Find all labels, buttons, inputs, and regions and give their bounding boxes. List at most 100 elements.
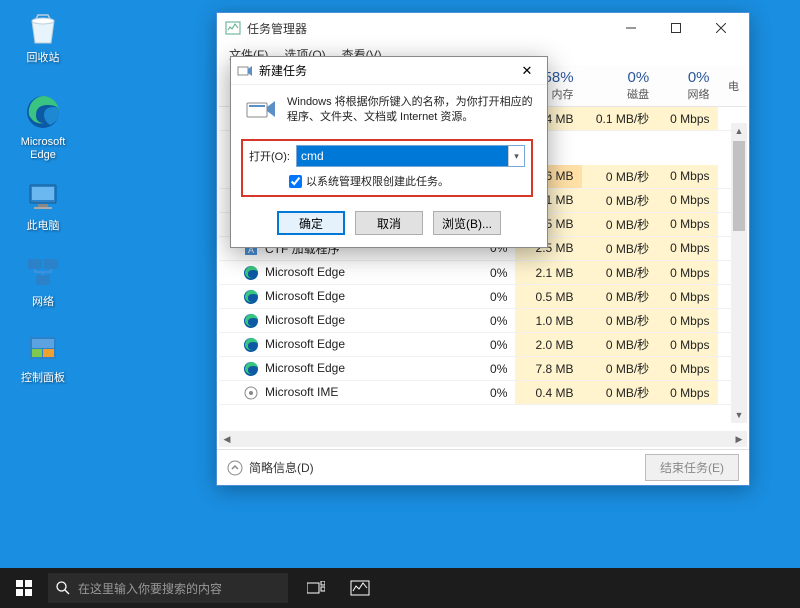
admin-checkbox-label: 以系统管理权限创建此任务。 [306,173,449,189]
cell-disk: 0 MB/秒 [582,309,658,333]
cell-network: 0 Mbps [657,357,717,381]
dropdown-arrow-icon[interactable]: ▾ [508,146,524,166]
cell-name: Microsoft IME [219,381,479,405]
cell-cpu: 0% [479,357,515,381]
cell-name: Microsoft Edge [219,285,479,309]
col-disk[interactable]: 0%磁盘 [582,65,658,107]
edge-icon [243,289,259,305]
edge-icon [243,265,259,281]
process-name: Microsoft Edge [265,265,345,279]
taskbar-app[interactable] [338,568,382,608]
taskbar-search[interactable]: 在这里输入你要搜索的内容 [48,573,288,603]
start-button[interactable] [0,568,48,608]
cell-name: Microsoft Edge [219,333,479,357]
maximize-button[interactable] [653,14,698,42]
cell-memory: 2.0 MB [515,333,581,357]
run-dialog-icon [245,95,277,127]
process-name: Microsoft Edge [265,361,345,375]
desktop-icon-label: 此电脑 [8,220,78,233]
edge-icon [243,337,259,353]
fewer-details-toggle[interactable]: 简略信息(D) [227,459,314,476]
table-row[interactable]: Microsoft Edge0%7.8 MB0 MB/秒0 Mbps [219,357,747,381]
cell-network: 0 Mbps [657,212,717,236]
scroll-up-icon[interactable]: ▲ [731,123,747,139]
ime-icon [243,385,259,401]
desktop-icon-control[interactable]: 控制面板 [8,328,78,385]
pc-icon [23,176,63,216]
taskmgr-taskbar-icon [350,580,370,596]
table-row[interactable]: Microsoft Edge0%2.1 MB0 MB/秒0 Mbps [219,261,747,285]
taskmgr-icon [225,20,241,36]
desktop-icon-label: 回收站 [8,52,78,65]
cell-disk: 0 MB/秒 [582,333,658,357]
search-placeholder: 在这里输入你要搜索的内容 [78,580,222,597]
cell-memory: 2.1 MB [515,261,581,285]
task-view-button[interactable] [294,568,338,608]
cell-cpu: 0% [479,381,515,405]
cell-memory: 0.5 MB [515,285,581,309]
cell-disk: 0 MB/秒 [582,381,658,405]
task-manager-footer: 简略信息(D) 结束任务(E) [217,449,749,485]
scroll-left-icon[interactable]: ◀ [219,431,235,447]
cell-network: 0 Mbps [657,236,717,261]
cell-cpu: 0% [479,309,515,333]
cell-network: 0 Mbps [657,165,717,189]
command-combobox[interactable]: ▾ [296,145,525,167]
open-label: 打开(O): [249,148,290,164]
titlebar[interactable]: 任务管理器 [217,13,749,43]
window-title: 任务管理器 [247,20,307,37]
desktop-icon-edge[interactable]: MicrosoftEdge [8,92,78,162]
admin-checkbox-row[interactable]: 以系统管理权限创建此任务。 [289,173,525,189]
cell-disk: 0 MB/秒 [582,285,658,309]
cell-cpu: 0% [479,333,515,357]
table-row[interactable]: Microsoft IME0%0.4 MB0 MB/秒0 Mbps [219,381,747,405]
cell-network: 0 Mbps [657,309,717,333]
vertical-scrollbar[interactable]: ▲ ▼ [731,123,747,423]
recycle-bin-icon [23,8,63,48]
col-network[interactable]: 0%网络 [657,65,717,107]
col-power[interactable]: 电 [718,65,747,107]
cell-disk: 0 MB/秒 [582,357,658,381]
cell-network: 0 Mbps [657,333,717,357]
ok-button[interactable]: 确定 [277,211,345,235]
control-panel-icon [23,328,63,368]
input-highlight-box: 打开(O): ▾ 以系统管理权限创建此任务。 [241,139,533,197]
horizontal-scrollbar[interactable]: ◀ ▶ [219,431,747,447]
cell-name: Microsoft Edge [219,357,479,381]
cell-disk: 0 MB/秒 [582,261,658,285]
command-input[interactable] [297,146,508,166]
cell-network: 0 Mbps [657,285,717,309]
task-view-icon [307,581,325,595]
process-name: Microsoft Edge [265,337,345,351]
end-task-button[interactable]: 结束任务(E) [645,454,739,481]
admin-checkbox[interactable] [289,175,302,188]
desktop-icon-recycle[interactable]: 回收站 [8,8,78,65]
browse-button[interactable]: 浏览(B)... [433,211,501,235]
scroll-down-icon[interactable]: ▼ [731,407,747,423]
dialog-titlebar[interactable]: 新建任务 ✕ [231,57,547,85]
create-task-dialog: 新建任务 ✕ Windows 将根据你所键入的名称，为你打开相应的程序、文件夹、… [230,56,548,248]
scroll-thumb[interactable] [733,141,745,231]
desktop-icon-label: 网络 [8,296,78,309]
desktop-icon-network[interactable]: 网络 [8,252,78,309]
process-name: Microsoft IME [265,385,338,399]
close-button[interactable] [698,14,743,42]
scroll-right-icon[interactable]: ▶ [731,431,747,447]
cell-cpu: 0% [479,285,515,309]
minimize-button[interactable] [608,14,653,42]
cell-name: Microsoft Edge [219,261,479,285]
table-row[interactable]: Microsoft Edge0%1.0 MB0 MB/秒0 Mbps [219,309,747,333]
cell-disk: 0.1 MB/秒 [582,107,658,131]
taskbar: 在这里输入你要搜索的内容 [0,568,800,608]
cell-network: 0 Mbps [657,261,717,285]
dialog-close-button[interactable]: ✕ [513,59,541,83]
table-row[interactable]: Microsoft Edge 0%2.0 MB0 MB/秒0 Mbps [219,333,747,357]
cell-disk: 0 MB/秒 [582,212,658,236]
cancel-button[interactable]: 取消 [355,211,423,235]
edge-icon [23,92,63,132]
desktop-icon-thispc[interactable]: 此电脑 [8,176,78,233]
table-row[interactable]: Microsoft Edge0%0.5 MB0 MB/秒0 Mbps [219,285,747,309]
desktop-icon-label: 控制面板 [8,372,78,385]
cell-name: Microsoft Edge [219,309,479,333]
cell-disk: 0 MB/秒 [582,236,658,261]
